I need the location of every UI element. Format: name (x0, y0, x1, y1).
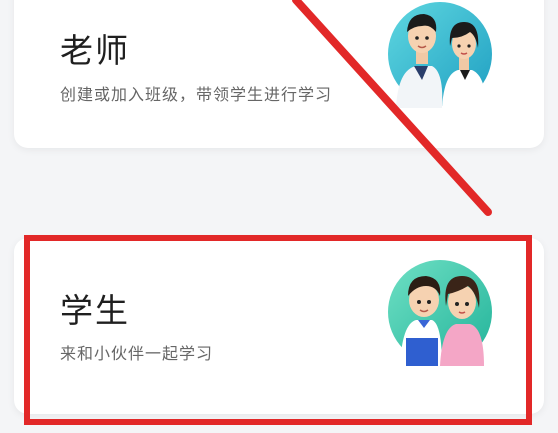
role-selection-screen: 老师 创建或加入班级，带领学生进行学习 学生 来和小伙伴一起学习 (0, 0, 558, 433)
role-title: 学生 (60, 291, 130, 330)
student-avatar-icon (388, 260, 492, 366)
role-title: 老师 (60, 31, 130, 70)
role-description: 来和小伙伴一起学习 (60, 344, 214, 363)
role-description: 创建或加入班级，带领学生进行学习 (60, 85, 333, 104)
role-card-student[interactable]: 学生 来和小伙伴一起学习 (14, 238, 544, 414)
teacher-avatar-icon (388, 2, 492, 108)
role-card-teacher[interactable]: 老师 创建或加入班级，带领学生进行学习 (14, 0, 544, 148)
